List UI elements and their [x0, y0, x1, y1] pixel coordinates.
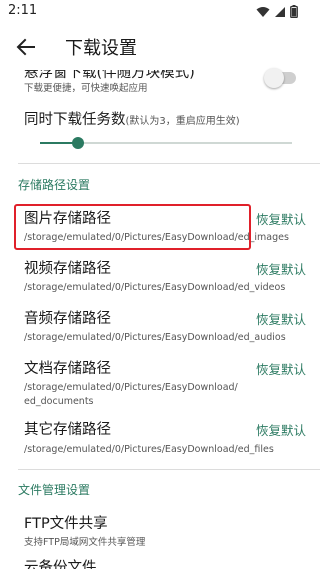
- app-bar: 下载设置: [0, 24, 320, 70]
- page-title: 下载设置: [65, 38, 137, 59]
- concurrent-tasks-title: 同时下载任务数(默认为3，重启应用生效): [24, 108, 240, 129]
- ftp-share-subtitle: 支持FTP局域网文件共享管理: [24, 537, 146, 548]
- concurrent-tasks-setting: 同时下载任务数(默认为3，重启应用生效): [0, 105, 320, 128]
- reset-default-button[interactable]: 恢复默认: [256, 209, 306, 228]
- storage-item-title: 视频存储路径: [24, 261, 111, 277]
- reset-default-button[interactable]: 恢复默认: [256, 259, 306, 278]
- reset-default-button[interactable]: 恢复默认: [256, 420, 306, 439]
- back-arrow-icon[interactable]: [14, 35, 38, 59]
- storage-item-title: 文档存储路径: [24, 361, 111, 377]
- storage-item-path: /storage/emulated/0/Pictures/EasyDownloa…: [24, 444, 274, 455]
- storage-item-path: /storage/emulated/0/Pictures/EasyDownloa…: [24, 282, 286, 293]
- wifi-icon: [256, 6, 270, 17]
- highlight-box: [14, 204, 251, 250]
- status-icons: [256, 5, 298, 18]
- divider: [18, 469, 320, 470]
- floating-window-subtitle: 下载更便捷，可快速唤起应用: [24, 83, 148, 94]
- storage-section-header: 存储路径设置: [18, 178, 91, 192]
- storage-item-audios[interactable]: 音频存储路径 /storage/emulated/0/Pictures/Easy…: [0, 305, 320, 351]
- battery-icon: [290, 5, 298, 18]
- floating-window-title: 悬浮窗下载(伴随方块模式): [24, 70, 195, 81]
- floating-window-toggle-thumb[interactable]: [264, 68, 284, 88]
- cloud-backup-title: 云备份文件: [24, 560, 97, 569]
- status-bar: 2:11: [0, 0, 320, 24]
- storage-item-path: /storage/emulated/0/Pictures/EasyDownloa…: [24, 332, 286, 343]
- storage-item-documents[interactable]: 文档存储路径 /storage/emulated/0/Pictures/Easy…: [0, 355, 320, 413]
- concurrent-tasks-hint: (默认为3，重启应用生效): [125, 116, 240, 127]
- storage-item-title: 其它存储路径: [24, 422, 111, 438]
- ftp-share-item[interactable]: FTP文件共享 支持FTP局域网文件共享管理: [0, 510, 320, 552]
- divider: [18, 163, 320, 164]
- cloud-backup-item[interactable]: 云备份文件: [0, 556, 320, 569]
- reset-default-button[interactable]: 恢复默认: [256, 309, 306, 328]
- reset-default-button[interactable]: 恢复默认: [256, 359, 306, 378]
- signal-icon: [275, 6, 285, 17]
- concurrent-tasks-slider-thumb[interactable]: [71, 137, 84, 149]
- file-section-header: 文件管理设置: [18, 483, 91, 497]
- ftp-share-title: FTP文件共享: [24, 516, 108, 532]
- status-time: 2:11: [8, 3, 38, 18]
- storage-item-videos[interactable]: 视频存储路径 /storage/emulated/0/Pictures/Easy…: [0, 255, 320, 301]
- storage-item-path: /storage/emulated/0/Pictures/EasyDownloa…: [24, 382, 238, 407]
- storage-item-title: 音频存储路径: [24, 311, 111, 327]
- concurrent-tasks-label: 同时下载任务数: [24, 112, 126, 128]
- storage-item-others[interactable]: 其它存储路径 /storage/emulated/0/Pictures/Easy…: [0, 418, 320, 464]
